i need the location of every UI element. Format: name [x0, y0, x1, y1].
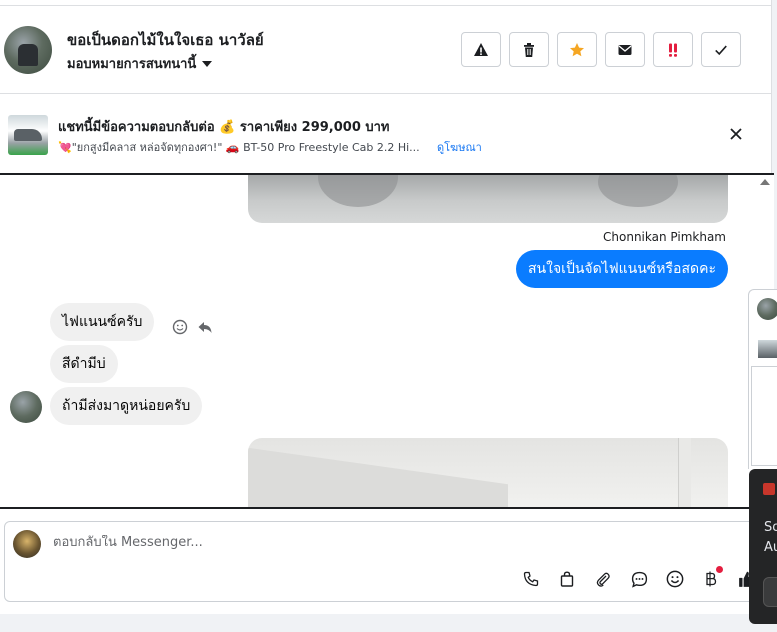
attach-button[interactable] [585, 568, 621, 590]
incoming-message[interactable]: ถ้ามีส่งมาดูหน่อยครับ [50, 387, 203, 425]
mark-spam-button[interactable] [461, 32, 501, 67]
shopping-bag-icon [560, 571, 574, 587]
scroll-up-arrow-icon[interactable] [760, 179, 770, 185]
ad-subtitle: 💘"ยกสูงมีคลาส หล่อจัดทุกองศา!" 🚗 BT-50 P… [58, 141, 420, 154]
composer-toolbar [513, 566, 765, 590]
incoming-message[interactable]: ไฟแนนซ์ครับ [50, 303, 155, 341]
outgoing-message[interactable]: สนใจเป็นจัดไฟแนนซ์หรือสดคะ [516, 250, 728, 288]
page-avatar [13, 530, 41, 558]
double-exclamation-icon [669, 43, 677, 57]
chat-head-panel[interactable] [748, 289, 777, 469]
delete-button[interactable] [509, 32, 549, 67]
emoji-button[interactable] [657, 568, 693, 590]
notification-dot [716, 566, 723, 573]
mark-done-button[interactable] [701, 32, 741, 67]
star-button[interactable] [557, 32, 597, 67]
assign-conversation-dropdown[interactable]: มอบหมายการสนทนานี้ [67, 53, 213, 74]
close-icon[interactable] [728, 126, 744, 142]
incoming-message[interactable]: สีดำมีบ่ [50, 345, 118, 383]
ad-thumbnail[interactable] [8, 115, 48, 155]
reply-input[interactable] [53, 535, 573, 550]
conversation-header: ขอเป็นดอกไม้ในใจเธอ นาวัลย์ มอบหมายการสน… [0, 6, 772, 94]
follow-up-button[interactable] [653, 32, 693, 67]
app-icon [763, 483, 775, 495]
paperclip-icon [596, 572, 610, 587]
popup-text: So Au [764, 518, 777, 558]
view-ad-link[interactable]: ดูโฆษณา [437, 138, 482, 156]
shop-button[interactable] [549, 568, 585, 590]
trash-icon [524, 42, 534, 57]
shared-image-message[interactable] [248, 175, 728, 223]
reply-composer [4, 521, 768, 602]
reply-icon[interactable] [197, 319, 213, 335]
ad-title: แชทนี้มีข้อความตอบกลับต่อ 💰 ราคาเพียง 29… [58, 120, 390, 135]
assign-label: มอบหมายการสนทนานี้ [67, 57, 197, 72]
inbox-conversation-panel: ขอเป็นดอกไม้ในใจเธอ นาวัลย์ มอบหมายการสน… [0, 0, 774, 614]
call-button[interactable] [513, 568, 549, 590]
react-emoji-icon[interactable] [172, 319, 188, 335]
contact-name[interactable]: ขอเป็นดอกไม้ในใจเธอ นาวัลย์ [67, 28, 264, 52]
baht-icon [706, 571, 717, 587]
sender-name: Chonnikan Pimkham [603, 230, 726, 244]
payment-button[interactable] [693, 566, 729, 590]
saved-replies-button[interactable] [621, 568, 657, 590]
contact-avatar[interactable] [4, 26, 52, 74]
popup-text-line: So [764, 520, 777, 535]
shared-image-message[interactable] [248, 438, 728, 507]
chat-bubble-icon [631, 571, 647, 588]
chat-head-avatar[interactable] [757, 298, 777, 320]
star-icon [570, 42, 584, 56]
chat-head-preview [751, 366, 777, 466]
chat-head-thumbnail [758, 340, 777, 358]
message-thread[interactable]: Chonnikan Pimkham สนใจเป็นจัดไฟแนนซ์หรือ… [0, 173, 774, 509]
phone-icon [523, 571, 539, 587]
popup-text-line: Au [764, 540, 777, 555]
contact-avatar-small [10, 391, 42, 423]
emoji-icon [666, 570, 684, 588]
check-icon [715, 45, 727, 55]
caret-down-icon [202, 60, 213, 67]
warning-icon [474, 42, 488, 56]
popup-action-button[interactable] [763, 577, 777, 607]
mail-icon [618, 44, 632, 55]
ad-context-banner: แชทนี้มีข้อความตอบกลับต่อ 💰 ราคาเพียง 29… [0, 95, 772, 173]
notification-popup[interactable]: So Au [749, 469, 777, 624]
conversation-actions [461, 32, 741, 67]
mark-unread-button[interactable] [605, 32, 645, 67]
